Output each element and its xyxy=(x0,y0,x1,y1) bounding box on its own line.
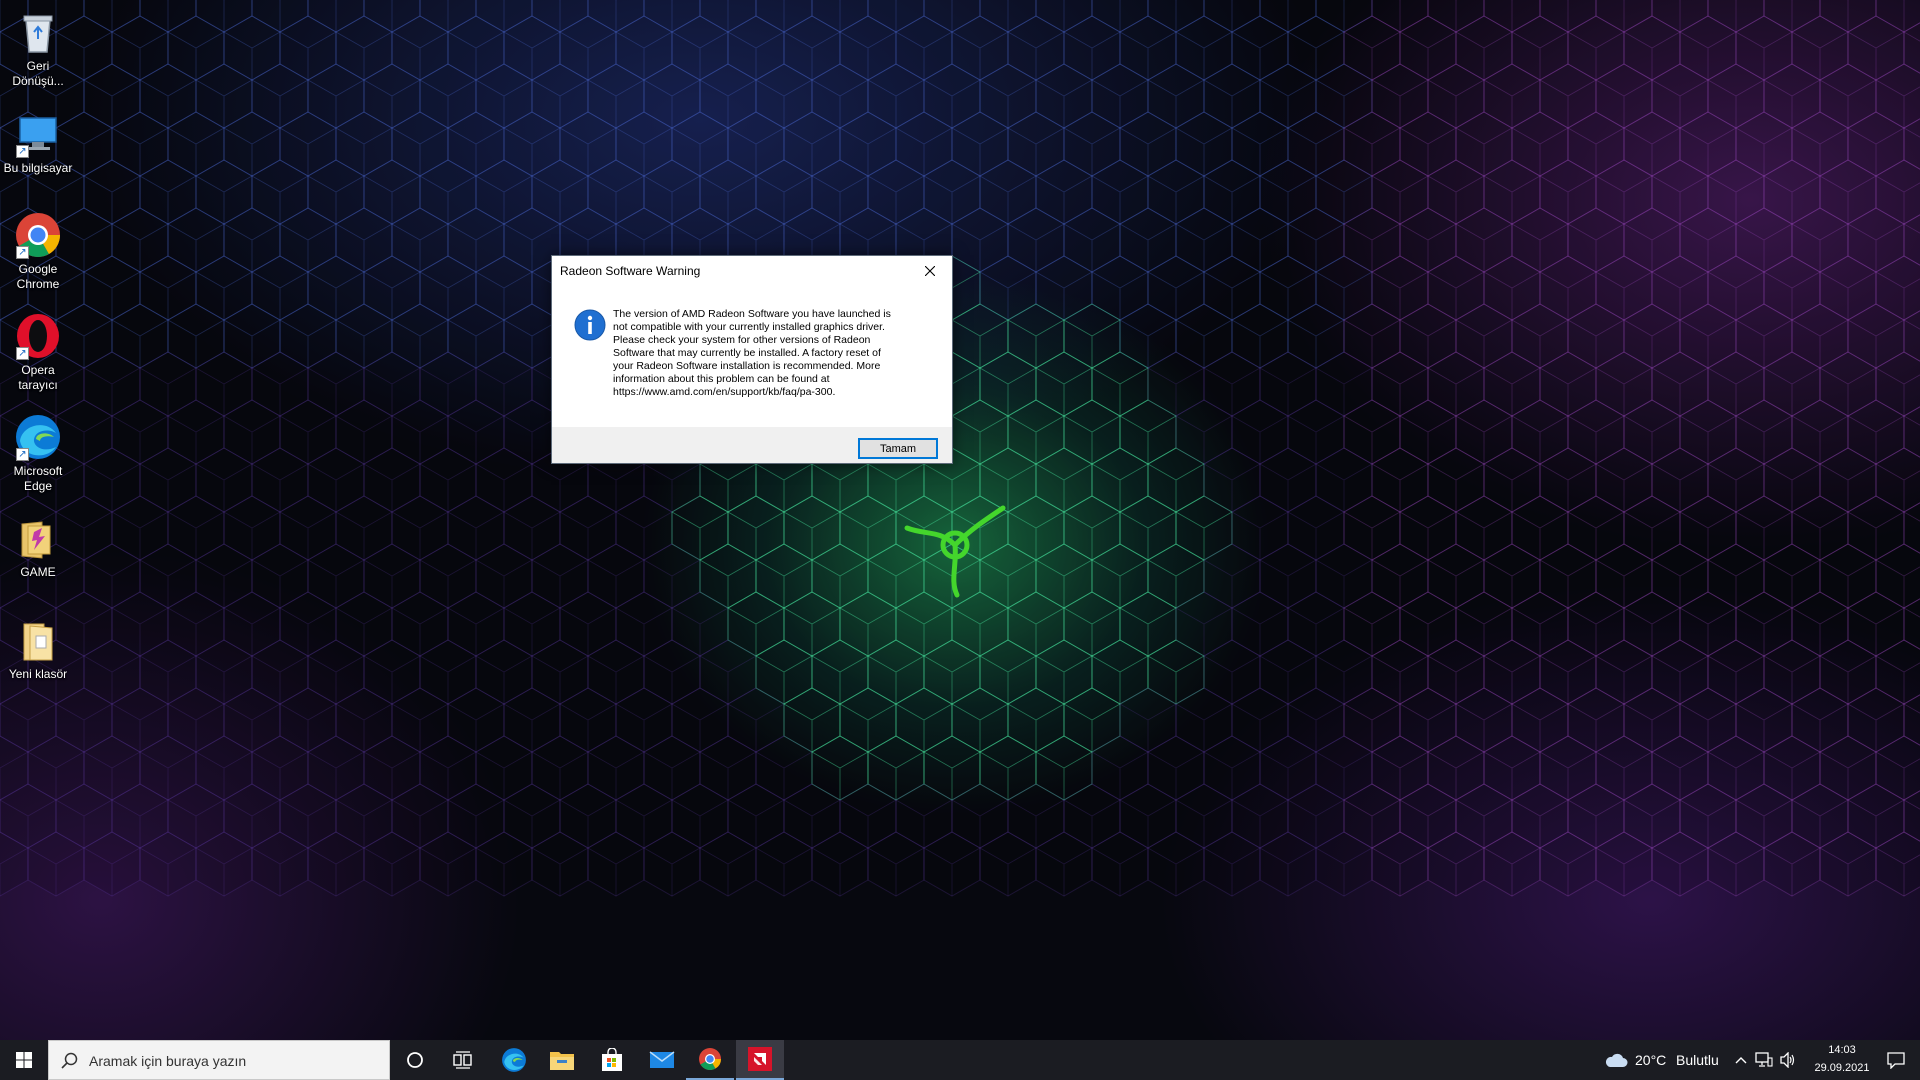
taskbar-store[interactable] xyxy=(588,1040,636,1080)
weather-temperature[interactable]: 20°C xyxy=(1635,1052,1666,1068)
this-pc-icon: ↗ xyxy=(14,110,62,158)
shortcut-arrow-icon: ↗ xyxy=(16,145,29,158)
taskbar-chrome[interactable] xyxy=(686,1040,734,1080)
clock-time: 14:03 xyxy=(1828,1044,1856,1056)
shortcut-arrow-icon: ↗ xyxy=(16,347,29,360)
cortana-button[interactable] xyxy=(392,1040,438,1080)
taskbar-amd-radeon[interactable] xyxy=(736,1040,784,1080)
desktop-icon-label: Google Chrome xyxy=(16,262,60,291)
recycle-bin-icon xyxy=(14,8,62,56)
close-icon xyxy=(925,266,935,276)
ok-button[interactable]: Tamam xyxy=(858,438,938,459)
desktop-icon-label: Opera tarayıcı xyxy=(18,363,58,392)
shortcut-arrow-icon: ↗ xyxy=(16,246,29,259)
start-button[interactable] xyxy=(0,1040,48,1080)
desktop-icon-chrome[interactable]: ↗ Google Chrome xyxy=(0,203,76,292)
notification-icon xyxy=(1887,1052,1905,1069)
opera-icon: ↗ xyxy=(14,312,62,360)
desktop-icon-label: Geri Dönüşü... xyxy=(12,59,64,88)
desktop-icon-recycle-bin[interactable]: Geri Dönüşü... xyxy=(0,0,76,89)
file-explorer-icon xyxy=(550,1052,574,1070)
weather-cloud-icon xyxy=(1605,1053,1628,1067)
desktop-icon-opera[interactable]: ↗ Opera tarayıcı xyxy=(0,304,76,393)
store-icon xyxy=(602,1048,622,1071)
folder-icon xyxy=(14,616,62,664)
amd-radeon-icon xyxy=(748,1047,772,1071)
show-hidden-icons-button[interactable] xyxy=(1730,1040,1752,1080)
dialog-message: The version of AMD Radeon Software you h… xyxy=(613,308,891,398)
dialog-close-button[interactable] xyxy=(908,256,952,286)
task-view-button[interactable] xyxy=(440,1040,486,1080)
chrome-icon: ↗ xyxy=(14,211,62,259)
task-view-icon xyxy=(453,1051,472,1069)
desktop-icon-label: Microsoft Edge xyxy=(13,464,63,493)
desktop-icon-new-folder[interactable]: Yeni klasör xyxy=(0,608,76,682)
desktop-icon-label: GAME xyxy=(20,565,56,579)
dialog-body: The version of AMD Radeon Software you h… xyxy=(552,286,952,427)
desktop-icon-label: Yeni klasör xyxy=(8,667,68,681)
cortana-circle-icon xyxy=(407,1052,423,1068)
volume-button[interactable] xyxy=(1776,1040,1800,1080)
desktop-icon-game-folder[interactable]: GAME xyxy=(0,506,76,580)
taskbar: Aramak için buraya yazın 20°C Bulutlu 14… xyxy=(0,1040,1920,1080)
razer-logo-icon xyxy=(904,505,1006,598)
radeon-warning-dialog: Radeon Software Warning The version of A… xyxy=(551,255,953,464)
network-button[interactable] xyxy=(1752,1040,1776,1080)
chrome-icon xyxy=(699,1048,721,1070)
desktop-icon-this-pc[interactable]: ↗ Bu bilgisayar xyxy=(0,102,76,176)
dialog-title: Radeon Software Warning xyxy=(560,264,701,278)
desktop-icon-label: Bu bilgisayar xyxy=(3,161,73,175)
windows-logo-icon xyxy=(16,1052,32,1068)
network-icon xyxy=(1755,1052,1773,1067)
info-icon xyxy=(574,309,606,341)
taskbar-search-box[interactable]: Aramak için buraya yazın xyxy=(48,1040,390,1080)
edge-icon: ↗ xyxy=(14,413,62,461)
taskbar-mail[interactable] xyxy=(638,1040,686,1080)
action-center-button[interactable] xyxy=(1872,1040,1920,1080)
dialog-titlebar[interactable]: Radeon Software Warning xyxy=(552,256,952,286)
desktop-icon-edge[interactable]: ↗ Microsoft Edge xyxy=(0,405,76,494)
taskbar-file-explorer[interactable] xyxy=(538,1040,586,1080)
taskbar-edge[interactable] xyxy=(490,1040,538,1080)
weather-description[interactable]: Bulutlu xyxy=(1676,1052,1719,1068)
desktop-background: Geri Dönüşü... ↗ Bu bilgisayar ↗ Google … xyxy=(0,0,1920,1040)
game-folder-icon xyxy=(14,514,62,562)
search-icon xyxy=(61,1052,78,1069)
shortcut-arrow-icon: ↗ xyxy=(16,448,29,461)
speaker-icon xyxy=(1780,1052,1795,1068)
mail-icon xyxy=(649,1051,675,1068)
dialog-footer: Tamam xyxy=(552,427,952,463)
edge-icon xyxy=(502,1048,526,1072)
chevron-up-icon xyxy=(1735,1057,1747,1064)
clock-date: 29.09.2021 xyxy=(1814,1062,1870,1074)
search-placeholder: Aramak için buraya yazın xyxy=(89,1053,247,1069)
